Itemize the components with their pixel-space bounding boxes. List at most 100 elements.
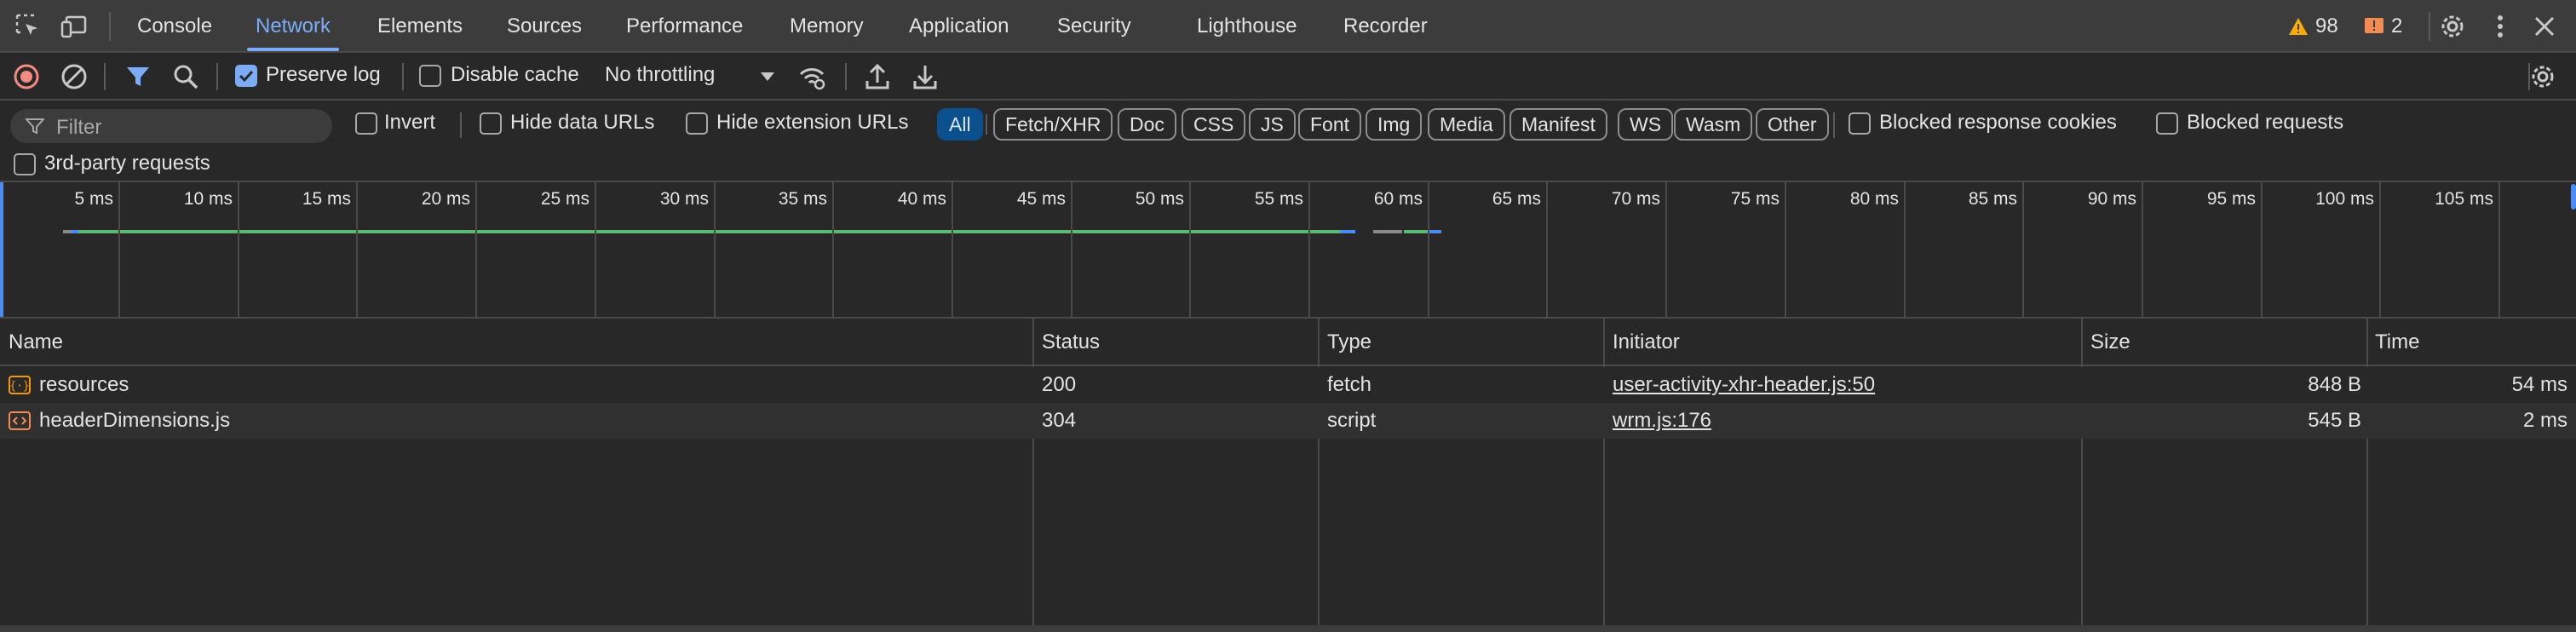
tab-performance[interactable]: Performance — [626, 0, 743, 51]
request-size: 545 B — [2308, 409, 2361, 432]
type-chip-fetch-xhr[interactable]: Fetch/XHR — [993, 108, 1113, 141]
filter-funnel-icon — [26, 118, 44, 135]
divider — [216, 63, 218, 90]
tab-application[interactable]: Application — [909, 0, 1009, 51]
blocked-response-cookies-label[interactable]: Blocked response cookies — [1879, 111, 2117, 135]
column-divider — [2366, 319, 2368, 625]
column-divider — [1318, 319, 1320, 625]
table-row[interactable]: headerDimensions.js 304 script wrm.js:17… — [0, 403, 2576, 439]
timeline-bar-queue — [63, 230, 72, 233]
search-icon[interactable] — [171, 62, 200, 91]
hide-extension-urls-label[interactable]: Hide extension URLs — [716, 111, 908, 135]
throttling-select[interactable]: No throttling — [603, 58, 779, 95]
type-chip-doc[interactable]: Doc — [1118, 108, 1176, 141]
tab-elements[interactable]: Elements — [377, 0, 463, 51]
type-chip-other[interactable]: Other — [1756, 108, 1829, 141]
filter-bar: Filter Invert Hide data URLs Hide extens… — [0, 101, 2576, 182]
disable-cache-label[interactable]: Disable cache — [451, 63, 579, 87]
import-har-icon[interactable] — [863, 62, 892, 91]
column-header-name[interactable]: Name — [9, 319, 63, 366]
overview-tick-label: 95 ms — [2206, 189, 2256, 209]
column-header-type[interactable]: Type — [1327, 319, 1371, 366]
request-initiator-link[interactable]: user-activity-xhr-header.js:50 — [1613, 367, 1875, 403]
blocked-response-cookies-checkbox[interactable] — [1849, 112, 1871, 135]
device-toolbar-icon[interactable] — [60, 12, 89, 41]
timeline-bar-waiting — [1404, 230, 1428, 233]
export-har-icon[interactable] — [911, 62, 940, 91]
hide-extension-urls-checkbox[interactable] — [686, 112, 708, 135]
request-name[interactable]: resources — [39, 367, 129, 403]
column-header-size[interactable]: Size — [2090, 319, 2130, 366]
overview-tick-label: 25 ms — [540, 189, 589, 209]
fetch-icon: {·} — [9, 376, 31, 394]
overview-grid-line — [1308, 182, 1310, 317]
invert-checkbox[interactable] — [355, 112, 377, 135]
type-chip-wasm[interactable]: Wasm — [1674, 108, 1753, 141]
column-header-status[interactable]: Status — [1042, 319, 1100, 366]
request-initiator-link[interactable]: wrm.js:176 — [1613, 403, 1711, 439]
filter-input[interactable]: Filter — [10, 109, 332, 143]
type-chip-css[interactable]: CSS — [1182, 108, 1246, 141]
overview-tick-label: 90 ms — [2087, 189, 2136, 209]
divider — [845, 63, 847, 90]
overview-grid-line — [238, 182, 239, 317]
request-name[interactable]: headerDimensions.js — [39, 403, 230, 439]
warnings-badge[interactable]: 98 — [2288, 14, 2338, 39]
tab-security[interactable]: Security — [1057, 0, 1131, 51]
type-chip-img[interactable]: Img — [1366, 108, 1423, 141]
overview-right-handle[interactable] — [2571, 184, 2576, 210]
filter-icon[interactable] — [124, 62, 152, 91]
overview-left-handle[interactable] — [0, 182, 3, 317]
column-header-initiator[interactable]: Initiator — [1613, 319, 1680, 366]
inspect-element-icon[interactable] — [14, 12, 43, 41]
type-chip-media[interactable]: Media — [1428, 108, 1505, 141]
table-bottom-border — [0, 625, 2576, 632]
preserve-log-label[interactable]: Preserve log — [266, 63, 381, 87]
type-chip-ws[interactable]: WS — [1618, 108, 1674, 141]
issues-count: 2 — [2391, 14, 2403, 37]
overview-grid-line — [475, 182, 477, 317]
overview-grid-line — [832, 182, 834, 317]
overview-grid-line — [118, 182, 120, 317]
third-party-requests-label[interactable]: 3rd-party requests — [44, 152, 210, 175]
close-icon[interactable] — [2530, 12, 2559, 41]
hide-data-urls-label[interactable]: Hide data URLs — [510, 111, 654, 135]
clear-icon[interactable] — [60, 62, 89, 91]
network-conditions-icon[interactable] — [797, 62, 826, 91]
tab-recorder[interactable]: Recorder — [1343, 0, 1428, 51]
type-chip-font[interactable]: Font — [1298, 108, 1362, 141]
overview-grid-line — [356, 182, 358, 317]
table-row[interactable]: {·} resources 200 fetch user-activity-xh… — [0, 367, 2576, 403]
disable-cache-checkbox[interactable] — [419, 65, 441, 87]
tab-memory[interactable]: Memory — [790, 0, 864, 51]
network-toolbar: Preserve log Disable cache No throttling — [0, 53, 2576, 101]
type-chip-all[interactable]: All — [937, 108, 983, 141]
more-options-icon[interactable] — [2486, 12, 2515, 41]
column-header-time[interactable]: Time — [2375, 319, 2419, 366]
tab-sources[interactable]: Sources — [507, 0, 582, 51]
preserve-log-checkbox[interactable] — [235, 65, 257, 87]
divider — [986, 114, 987, 135]
overview-grid-line — [1546, 182, 1548, 317]
network-settings-icon[interactable] — [2528, 62, 2557, 91]
tab-lighthouse[interactable]: Lighthouse — [1197, 0, 1297, 51]
third-party-requests-checkbox[interactable] — [14, 153, 36, 175]
record-stop-icon[interactable] — [12, 62, 41, 91]
blocked-requests-label[interactable]: Blocked requests — [2187, 111, 2343, 135]
column-divider — [2081, 319, 2083, 625]
type-chip-manifest[interactable]: Manifest — [1509, 108, 1607, 141]
blocked-requests-checkbox[interactable] — [2156, 112, 2178, 135]
tab-network[interactable]: Network — [246, 0, 340, 51]
settings-gear-icon[interactable] — [2438, 12, 2467, 41]
divider — [2429, 12, 2430, 41]
overview-tick-label: 100 ms — [2315, 189, 2374, 209]
network-overview-timeline[interactable]: 5 ms 10 ms 15 ms 20 ms 25 ms 30 ms 35 ms 40 ms 4… — [0, 182, 2576, 319]
hide-data-urls-checkbox[interactable] — [480, 112, 502, 135]
tab-console[interactable]: Console — [137, 0, 212, 51]
divider — [460, 112, 462, 138]
overview-grid-line — [1904, 182, 1906, 317]
invert-label[interactable]: Invert — [384, 111, 435, 135]
issue-icon — [2365, 18, 2383, 33]
issues-badge[interactable]: 2 — [2364, 14, 2402, 39]
type-chip-js[interactable]: JS — [1249, 108, 1296, 141]
